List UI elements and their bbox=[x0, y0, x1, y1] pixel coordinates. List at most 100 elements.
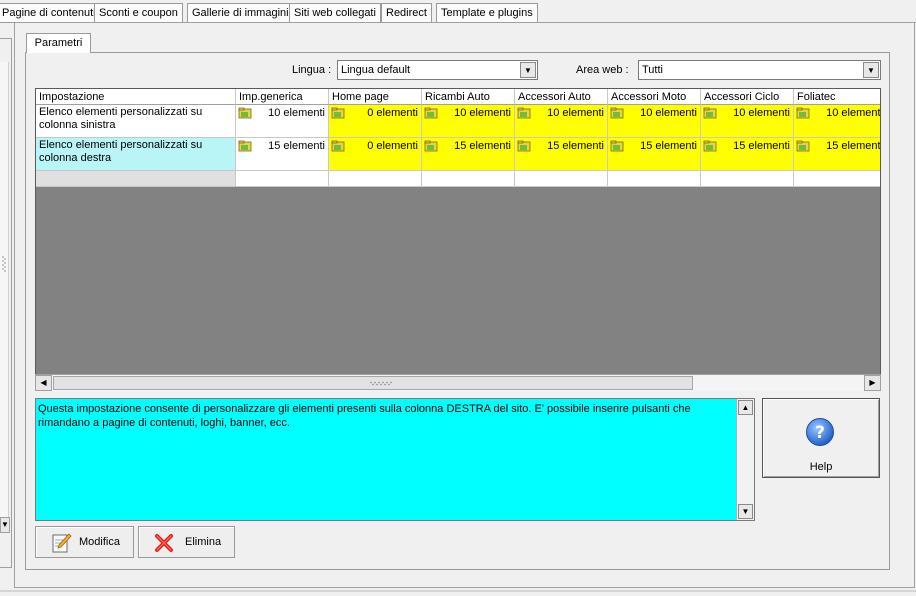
status-divider bbox=[0, 590, 916, 592]
elimina-button-label: Elimina bbox=[185, 536, 222, 548]
left-scrollbar-track[interactable] bbox=[0, 62, 9, 517]
grid-value-cell[interactable]: 15 elementi bbox=[701, 138, 794, 171]
cell-value: 15 elementi bbox=[454, 140, 511, 152]
chevron-down-icon[interactable]: ▼ bbox=[863, 62, 879, 78]
scroll-left-button[interactable]: ◀ bbox=[35, 375, 52, 391]
column-header-imp-generica[interactable]: Imp.generica bbox=[236, 89, 329, 105]
cell-value: 15 elementi bbox=[547, 140, 604, 152]
folder-icon bbox=[238, 107, 252, 119]
left-scroll-down-button[interactable]: ▼ bbox=[0, 517, 10, 533]
grid-value-cell[interactable]: 10 elementi bbox=[515, 105, 608, 138]
description-text: Questa impostazione consente di personal… bbox=[38, 403, 691, 429]
folder-icon bbox=[796, 140, 810, 152]
tab-sconti-e-coupon[interactable]: Sconti e coupon bbox=[94, 3, 183, 23]
svg-text:?: ? bbox=[815, 423, 825, 443]
cell-value: 10 elementi bbox=[268, 107, 325, 119]
edit-note-icon bbox=[52, 533, 72, 553]
grid-value-cell[interactable]: 10 elementi bbox=[794, 105, 881, 138]
folder-icon bbox=[331, 107, 345, 119]
table-row[interactable]: Elenco elementi personalizzati su colonn… bbox=[36, 138, 881, 171]
grid-value-cell[interactable]: 10 elementi bbox=[236, 105, 329, 138]
cell-value: 15 elementi bbox=[826, 140, 881, 152]
settings-grid[interactable]: Impostazione Imp.generica Home page Rica… bbox=[35, 88, 881, 391]
folder-icon bbox=[703, 107, 717, 119]
folder-icon bbox=[331, 140, 345, 152]
new-row-cell[interactable] bbox=[236, 171, 329, 187]
new-row-cell[interactable] bbox=[36, 171, 236, 187]
scroll-down-button[interactable]: ▼ bbox=[738, 504, 753, 519]
left-scrollbar-grip bbox=[2, 256, 6, 272]
grid-horizontal-scrollbar[interactable]: ◀ ▶ bbox=[35, 374, 881, 391]
column-header-accessori-ciclo[interactable]: Accessori Ciclo bbox=[701, 89, 794, 105]
tab-parametri[interactable]: Parametri bbox=[26, 33, 91, 53]
cell-value: 0 elementi bbox=[367, 140, 418, 152]
cell-value: 10 elementi bbox=[640, 107, 697, 119]
chevron-down-icon[interactable]: ▼ bbox=[520, 62, 536, 78]
column-header-foliatec[interactable]: Foliatec bbox=[794, 89, 880, 105]
tab-gallerie-di-immagini[interactable]: Gallerie di immagini bbox=[187, 3, 294, 23]
table-row[interactable]: Elenco elementi personalizzati su colonn… bbox=[36, 105, 881, 138]
grid-value-cell[interactable]: 15 elementi bbox=[422, 138, 515, 171]
grid-value-cell[interactable]: 0 elementi bbox=[329, 138, 422, 171]
new-row-cell[interactable] bbox=[515, 171, 608, 187]
column-header-home-page[interactable]: Home page bbox=[329, 89, 422, 105]
help-button-label: Help bbox=[809, 461, 833, 473]
cell-value: 10 elementi bbox=[733, 107, 790, 119]
grid-header-row: Impostazione Imp.generica Home page Rica… bbox=[36, 89, 880, 105]
grid-value-cell[interactable]: 15 elementi bbox=[608, 138, 701, 171]
cell-value: 15 elementi bbox=[640, 140, 697, 152]
grid-value-cell[interactable]: 15 elementi bbox=[236, 138, 329, 171]
lingua-select-value: Lingua default bbox=[341, 64, 411, 76]
folder-icon bbox=[610, 140, 624, 152]
column-header-accessori-moto[interactable]: Accessori Moto bbox=[608, 89, 701, 105]
grid-value-cell[interactable]: 15 elementi bbox=[794, 138, 881, 171]
folder-icon bbox=[238, 140, 252, 152]
cell-value: 10 elementi bbox=[547, 107, 604, 119]
cell-value: 10 elementi bbox=[826, 107, 881, 119]
lingua-label: Lingua : bbox=[292, 64, 332, 76]
elimina-button[interactable]: Elimina bbox=[138, 526, 235, 558]
scrollbar-thumb[interactable] bbox=[53, 376, 693, 390]
new-row-cell[interactable] bbox=[422, 171, 515, 187]
grid-value-cell[interactable]: 10 elementi bbox=[701, 105, 794, 138]
folder-icon bbox=[703, 140, 717, 152]
folder-icon bbox=[517, 107, 531, 119]
cell-value: 15 elementi bbox=[733, 140, 790, 152]
grid-value-cell[interactable]: 10 elementi bbox=[422, 105, 515, 138]
new-row-cell[interactable] bbox=[701, 171, 794, 187]
new-row-cell[interactable] bbox=[794, 171, 880, 187]
description-vertical-scrollbar[interactable]: ▲ ▼ bbox=[736, 399, 754, 520]
folder-icon bbox=[424, 107, 438, 119]
tab-siti-web-collegati[interactable]: Siti web collegati bbox=[289, 3, 381, 23]
area-web-select-value: Tutti bbox=[642, 64, 663, 76]
lingua-select[interactable]: Lingua default ▼ bbox=[337, 60, 538, 80]
new-row[interactable] bbox=[36, 171, 880, 187]
row-name-cell[interactable]: Elenco elementi personalizzati su colonn… bbox=[36, 138, 236, 171]
tab-pagine-di-contenuti[interactable]: Pagine di contenuti bbox=[0, 3, 101, 23]
grid-value-cell[interactable]: 10 elementi bbox=[608, 105, 701, 138]
modifica-button[interactable]: Modifica bbox=[35, 526, 134, 558]
area-web-select[interactable]: Tutti ▼ bbox=[638, 60, 881, 80]
delete-x-icon bbox=[155, 534, 173, 552]
new-row-cell[interactable] bbox=[608, 171, 701, 187]
scroll-right-button[interactable]: ▶ bbox=[864, 375, 881, 391]
modifica-button-label: Modifica bbox=[79, 536, 120, 548]
help-question-icon: ? bbox=[806, 418, 834, 446]
tab-template-e-plugins[interactable]: Template e plugins bbox=[436, 3, 538, 23]
cell-value: 15 elementi bbox=[268, 140, 325, 152]
scroll-up-button[interactable]: ▲ bbox=[738, 400, 753, 415]
help-button[interactable]: ? Help bbox=[762, 398, 880, 478]
description-textarea[interactable]: Questa impostazione consente di personal… bbox=[35, 398, 755, 521]
column-header-accessori-auto[interactable]: Accessori Auto bbox=[515, 89, 608, 105]
area-web-label: Area web : bbox=[576, 64, 629, 76]
column-header-ricambi-auto[interactable]: Ricambi Auto bbox=[422, 89, 515, 105]
tab-redirect[interactable]: Redirect bbox=[381, 3, 432, 23]
grid-value-cell[interactable]: 0 elementi bbox=[329, 105, 422, 138]
new-row-cell[interactable] bbox=[329, 171, 422, 187]
column-header-impostazione[interactable]: Impostazione bbox=[36, 89, 236, 105]
scrollbar-grip bbox=[370, 381, 392, 386]
row-name-cell[interactable]: Elenco elementi personalizzati su colonn… bbox=[36, 105, 236, 138]
grid-value-cell[interactable]: 15 elementi bbox=[515, 138, 608, 171]
folder-icon bbox=[610, 107, 624, 119]
cell-value: 10 elementi bbox=[454, 107, 511, 119]
